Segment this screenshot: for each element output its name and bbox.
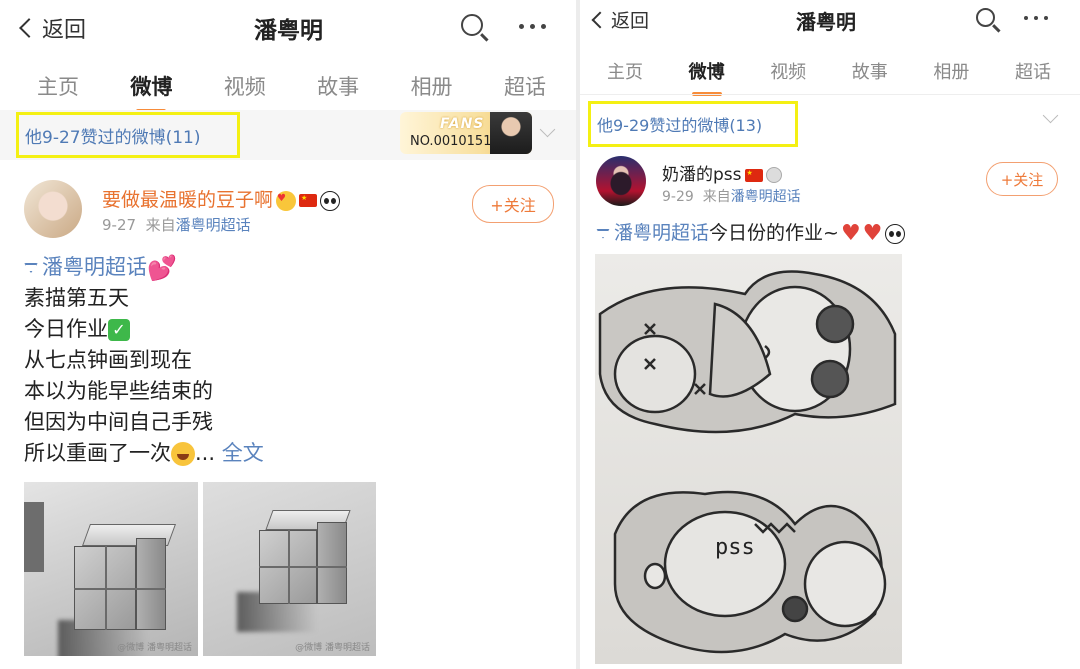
tab-4[interactable]: 相册 (933, 58, 969, 84)
back-label: 返回 (42, 18, 87, 43)
liked-weibo-link[interactable]: 他9-29赞过的微博(13) (588, 101, 798, 147)
topic-link[interactable]: 潘粤明超话 (614, 222, 709, 244)
tab-0[interactable]: 主页 (37, 71, 79, 101)
body-line-6: 所以重画了一次... 全文 (24, 438, 564, 469)
topic-link[interactable]: 潘粤明超话 (42, 255, 147, 279)
post-photo-2[interactable]: @微博 潘粤明超话 (203, 482, 376, 656)
tab-1[interactable]: 微博 (689, 58, 725, 84)
source-prefix: 来自 (702, 189, 731, 205)
tabs-border (580, 94, 1080, 95)
post-photo-1[interactable]: @微博 潘粤明超话 (24, 482, 198, 656)
source-prefix: 来自 (145, 216, 176, 234)
tab-0[interactable]: 主页 (607, 58, 643, 84)
profile-tabs: 主页 微博 视频 故事 相册 超话 (607, 58, 1051, 84)
top-nav-bar: 返回 潘粤明 (580, 0, 1080, 52)
back-chevron-icon (591, 11, 609, 28)
body-line-5: 但因为中间自己手残 (24, 410, 213, 434)
photo-watermark: @微博 潘粤明超话 (117, 643, 192, 653)
username-text: 要做最温暖的豆子啊 (102, 189, 274, 211)
ellipsis: ... (195, 441, 216, 465)
panda-drawing: pss (598, 270, 897, 654)
read-more-link[interactable]: 全文 (222, 441, 264, 465)
avatar[interactable] (24, 180, 82, 238)
liked-label: 他9-29赞过的微博(13) (597, 116, 763, 135)
top-nav-bar: 返回 潘粤明 (0, 0, 576, 52)
post-date: 9-29 (662, 189, 694, 205)
page-title: 潘粤明 (254, 18, 323, 44)
tab-3[interactable]: 故事 (317, 71, 359, 101)
heart-face-emoji-icon (276, 190, 297, 211)
post-username[interactable]: 奶潘的pss (662, 160, 782, 185)
heart-icon: ♥ (862, 220, 883, 246)
post-date: 9-27 (102, 216, 137, 234)
more-dots-icon[interactable] (1024, 16, 1048, 20)
username-text: 奶潘的pss (662, 165, 742, 185)
search-icon[interactable] (461, 14, 483, 36)
panda-icon (320, 190, 341, 211)
liked-weibo-link[interactable]: 他9-27赞过的微博(11) (16, 112, 240, 158)
body-line-1: 素描第五天 (24, 286, 129, 310)
post-meta: 9-27 来自潘粤明超话 (102, 214, 251, 235)
back-chevron-icon (19, 18, 39, 38)
more-dots-icon[interactable] (519, 24, 546, 29)
flag-icon (299, 194, 318, 207)
post-body: 潘粤明超话今日份的作业~♥♥ (596, 218, 1066, 248)
tab-2[interactable]: 视频 (224, 71, 266, 101)
heart-icon: ♥ (840, 220, 861, 246)
body-line-2-text: 今日作业 (24, 317, 108, 341)
left-screenshot: 返回 潘粤明 主页 微博 视频 故事 相册 超话 他9-27赞过的微博(11) FANS … (0, 0, 576, 669)
avatar[interactable] (596, 156, 646, 206)
post-username[interactable]: 要做最温暖的豆子啊 (102, 185, 341, 212)
medal-icon (765, 167, 782, 183)
fans-number: NO.0010151 (410, 134, 492, 149)
fans-label: FANS (440, 116, 485, 132)
fans-badge[interactable]: FANS NO.0010151 (400, 112, 532, 154)
photo-watermark: @微博 潘粤明超话 (295, 643, 370, 653)
tab-4[interactable]: 相册 (411, 71, 453, 101)
tab-5[interactable]: 超话 (1015, 58, 1051, 84)
drawing-text: pss (715, 535, 755, 560)
post-source-link[interactable]: 潘粤明超话 (176, 216, 251, 234)
back-button[interactable]: 返回 (19, 12, 87, 44)
post-text: 今日份的作业~ (709, 222, 839, 244)
back-button[interactable]: 返回 (591, 6, 650, 33)
liked-label: 他9-27赞过的微博(11) (25, 127, 201, 148)
page-title: 潘粤明 (796, 10, 856, 34)
topic-line: 潘粤明超话💕 (24, 252, 564, 283)
flag-icon (744, 168, 763, 182)
search-icon[interactable] (976, 8, 995, 27)
tab-3[interactable]: 故事 (852, 58, 888, 84)
tab-5[interactable]: 超话 (504, 71, 546, 101)
tab-1[interactable]: 微博 (130, 71, 172, 101)
laugh-icon (171, 442, 195, 466)
follow-label: +关注 (490, 196, 536, 215)
panda-icon (885, 223, 906, 244)
body-line-4: 本以为能早些结束的 (24, 379, 213, 403)
hearts-icon: 💕 (147, 254, 177, 282)
follow-button[interactable]: +关注 (986, 162, 1058, 196)
supertopic-icon (596, 228, 610, 239)
back-label: 返回 (611, 10, 650, 32)
post-photo-drawing[interactable]: pss (595, 254, 902, 664)
body-line-3: 从七点钟画到现在 (24, 348, 192, 372)
follow-button[interactable]: +关注 (472, 185, 554, 223)
photo-shadow-edge (24, 502, 44, 572)
fans-avatar (490, 112, 532, 154)
chevron-down-icon[interactable] (1042, 107, 1059, 124)
post-source-link[interactable]: 潘粤明超话 (731, 189, 801, 205)
profile-tabs: 主页 微博 视频 故事 相册 超话 (37, 71, 546, 101)
supertopic-icon (24, 263, 38, 273)
post-body: 潘粤明超话💕 素描第五天 今日作业 ✓ 从七点钟画到现在 本以为能早些结束的 但因… (24, 252, 564, 469)
body-line-2: 今日作业 ✓ (24, 314, 564, 345)
follow-label: +关注 (1000, 170, 1044, 189)
tab-2[interactable]: 视频 (770, 58, 806, 84)
right-screenshot: 返回 潘粤明 主页 微博 视频 故事 相册 超话 他9-29赞过的微博(13) 奶潘的ps… (580, 0, 1080, 669)
check-icon: ✓ (108, 319, 130, 341)
body-line-6-text: 所以重画了一次 (24, 441, 171, 465)
post-meta: 9-29 来自潘粤明超话 (662, 186, 801, 206)
